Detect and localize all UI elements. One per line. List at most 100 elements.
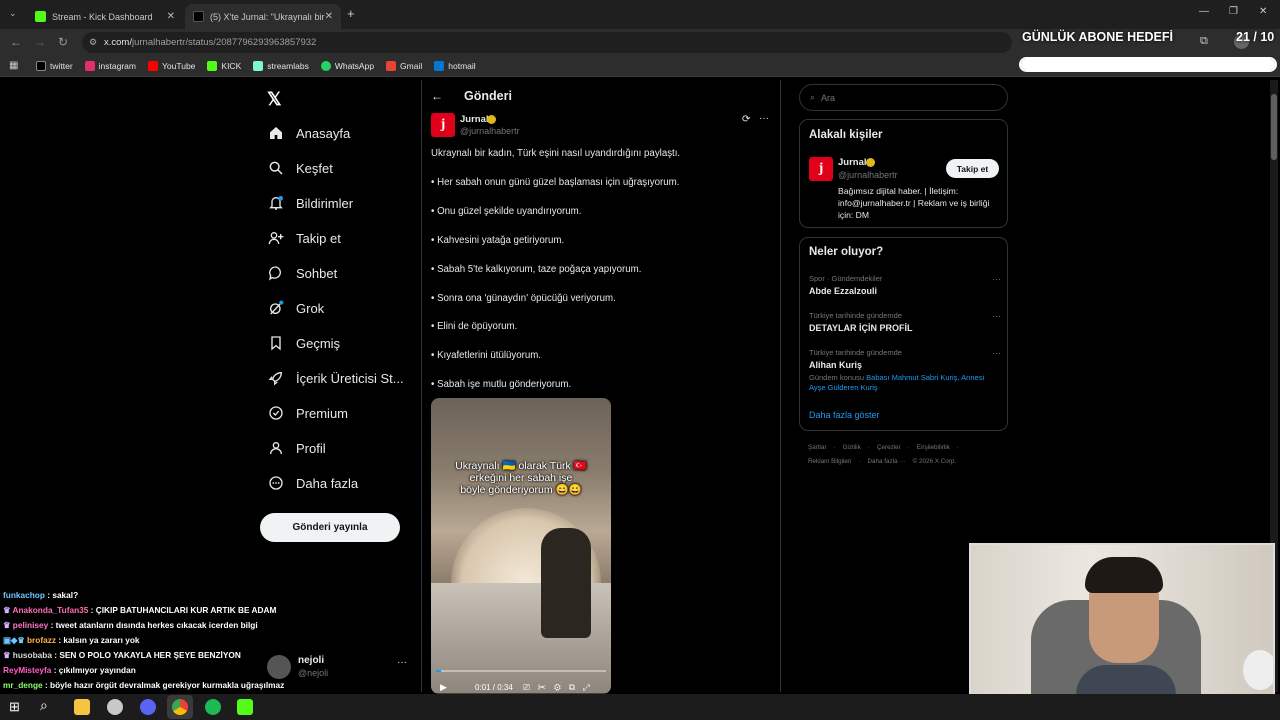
chrome-icon[interactable] xyxy=(172,699,188,715)
footer-link[interactable]: Daha fazla ··· xyxy=(868,458,906,465)
site-info-icon[interactable]: ⚙ xyxy=(89,37,97,48)
chat-user: ReyMisteyfa xyxy=(3,665,52,675)
nav-premium[interactable]: Premium xyxy=(268,403,348,423)
nav-explore[interactable]: Keşfet xyxy=(268,158,333,178)
tab-close-icon[interactable]: ✕ xyxy=(325,11,333,22)
nav-label: Keşfet xyxy=(296,160,333,176)
video-controls-icon[interactable]: ⎚✂⚙⧉⤢ xyxy=(523,682,598,693)
play-icon[interactable]: ▶ xyxy=(440,682,447,693)
tweet-line: • Kıyafetlerini ütülüyorum. xyxy=(431,350,542,361)
tweet-line: • Sonra ona 'günaydın' öpücüğü veriyorum… xyxy=(431,293,616,304)
tweet-line: • Onu güzel şekilde uyandırıyorum. xyxy=(431,206,582,217)
back-icon[interactable]: ← xyxy=(10,35,22,49)
bookmark-instagram[interactable]: instagram xyxy=(84,61,136,71)
trend-meta: Türkiye tarihinde gündemde xyxy=(809,311,902,320)
more-options-icon[interactable]: ··· xyxy=(397,657,407,668)
obs-icon[interactable] xyxy=(107,699,123,715)
bookmark-youtube[interactable]: YouTube xyxy=(148,61,195,71)
footer-link[interactable]: Erişilebilirlik xyxy=(917,444,950,451)
post-button[interactable]: Gönderi yayınla xyxy=(260,513,400,542)
windows-start-icon[interactable]: ⊞ xyxy=(9,699,20,715)
forward-icon[interactable]: → xyxy=(34,35,46,49)
video-caption: Ukraynalı 🇺🇦 olarak Türk 🇹🇷 erkeğini her… xyxy=(455,460,587,496)
nav-label: Anasayfa xyxy=(296,125,351,141)
chat-message: funkachop : sakal? xyxy=(3,590,79,600)
footer-link[interactable]: Şartlar xyxy=(808,444,827,451)
nav-chat[interactable]: Sohbet xyxy=(268,263,337,283)
tab-list-icon[interactable]: ⌄ xyxy=(9,8,17,19)
footer-link[interactable]: Gizlilik xyxy=(843,444,861,451)
author-handle[interactable]: @jurnalhabertr xyxy=(460,126,520,136)
reload-icon[interactable]: ↻ xyxy=(58,35,68,49)
bookmark-streamlabs[interactable]: streamlabs xyxy=(253,61,309,71)
tab-kick-dashboard[interactable]: Stream - Kick Dashboard ✕ xyxy=(27,4,183,29)
author-avatar[interactable]: j xyxy=(431,113,455,137)
nav-more[interactable]: Daha fazla xyxy=(268,473,358,493)
restore-icon[interactable]: ❐ xyxy=(1229,6,1238,17)
video-progress-track[interactable] xyxy=(436,670,606,672)
chat-text: tweet atanların dısında herkes cıkacak i… xyxy=(55,620,258,630)
spotify-icon[interactable] xyxy=(205,699,221,715)
nav-home[interactable]: Anasayfa xyxy=(268,123,350,143)
extensions-icon[interactable]: ⧉ xyxy=(1200,35,1208,48)
nav-label: Geçmiş xyxy=(296,335,341,351)
follow-button[interactable]: Takip et xyxy=(946,159,999,178)
video-progress-fill xyxy=(436,670,442,672)
url-field[interactable]: ⚙ x.com/jurnalhabertr/status/20877962939… xyxy=(82,32,1012,53)
person-avatar[interactable]: j xyxy=(809,157,833,181)
bookmark-twitter[interactable]: twitter xyxy=(36,61,73,71)
nav-grok[interactable]: Grok xyxy=(268,298,324,318)
minimize-icon[interactable]: — xyxy=(1199,6,1209,17)
trend-topic-link[interactable]: Babası Mahmut Sabri Kuriş, Annesi xyxy=(866,373,984,382)
account-handle: @nejoli xyxy=(298,668,329,678)
url-path: jurnalhabertr/status/2087796293963857932 xyxy=(131,37,317,48)
show-more-link[interactable]: Daha fazla göster xyxy=(809,410,880,420)
bookmark-hotmail[interactable]: hotmail xyxy=(434,61,476,71)
search-input[interactable]: ⌕ Ara xyxy=(799,84,1008,111)
file-explorer-icon[interactable] xyxy=(74,699,90,715)
chat-user: husobaba xyxy=(12,650,52,660)
bookmark-gmail[interactable]: Gmail xyxy=(386,61,422,71)
trend-more-icon[interactable]: ··· xyxy=(992,274,1001,284)
scrollbar-thumb[interactable] xyxy=(1271,94,1277,160)
new-tab-icon[interactable]: + xyxy=(347,6,355,21)
post-more-icon[interactable]: ··· xyxy=(759,113,769,124)
video-player[interactable]: Ukraynalı 🇺🇦 olarak Türk 🇹🇷 erkeğini her… xyxy=(431,398,611,694)
trend-topic-link[interactable]: Ayşe Gülderen Kuriş xyxy=(809,383,878,392)
grok-explain-icon[interactable]: ⟳ xyxy=(742,114,750,125)
account-switcher[interactable]: nejoli @nejoli ··· xyxy=(267,655,409,681)
bookmark-whatsapp[interactable]: WhatsApp xyxy=(320,61,374,71)
tab-x-post[interactable]: (5) X'te Jurnal: "Ukraynalı bir ka ✕ xyxy=(185,4,341,29)
nav-bookmarks[interactable]: Geçmiş xyxy=(268,333,340,353)
trend-item[interactable]: Türkiye tarihinde gündemde DETAYLAR İÇİN… xyxy=(809,311,1001,333)
trend-item[interactable]: Spor · Gündemdekiler Abde Ezzalzouli ··· xyxy=(809,274,1001,296)
window-close-icon[interactable]: ✕ xyxy=(1259,6,1267,17)
trend-more-icon[interactable]: ··· xyxy=(992,311,1001,321)
card-title: Neler oluyor? xyxy=(809,246,884,258)
trend-item[interactable]: Türkiye tarihinde gündemde Alihan Kuriş … xyxy=(809,348,1001,392)
author-name[interactable]: Jurnal xyxy=(460,114,489,125)
tab-title: Stream - Kick Dashboard xyxy=(52,11,153,22)
person-name[interactable]: Jurnal xyxy=(838,157,867,168)
x-logo-icon[interactable]: 𝕏 xyxy=(267,89,282,110)
url-prefix: x.com/ xyxy=(104,37,132,48)
taskbar-search-icon[interactable]: ⌕ xyxy=(40,697,48,714)
kick-icon[interactable] xyxy=(237,699,253,715)
tab-close-icon[interactable]: ✕ xyxy=(167,11,175,22)
footer-link[interactable]: Çerezler xyxy=(877,444,901,451)
gmail-icon xyxy=(386,61,397,71)
bookmark-kick[interactable]: KICK xyxy=(207,61,241,71)
footer-copyright: © 2026 X Corp. xyxy=(912,458,957,465)
nav-notifications[interactable]: Bildirimler xyxy=(268,193,353,213)
chat-user: mr_denge xyxy=(3,680,43,690)
trend-more-icon[interactable]: ··· xyxy=(992,348,1001,358)
nav-follow[interactable]: Takip et xyxy=(268,228,341,248)
nav-label: Takip et xyxy=(296,230,341,246)
kick-favicon-icon xyxy=(35,11,46,22)
discord-icon[interactable] xyxy=(140,699,156,715)
nav-profile[interactable]: Profil xyxy=(268,438,326,458)
apps-grid-icon[interactable]: ▦ xyxy=(9,60,18,71)
footer-link[interactable]: Reklam Bilgileri xyxy=(808,458,851,465)
back-arrow-icon[interactable]: ← xyxy=(431,89,443,103)
nav-creator-studio[interactable]: İçerik Üreticisi St... xyxy=(268,368,404,388)
